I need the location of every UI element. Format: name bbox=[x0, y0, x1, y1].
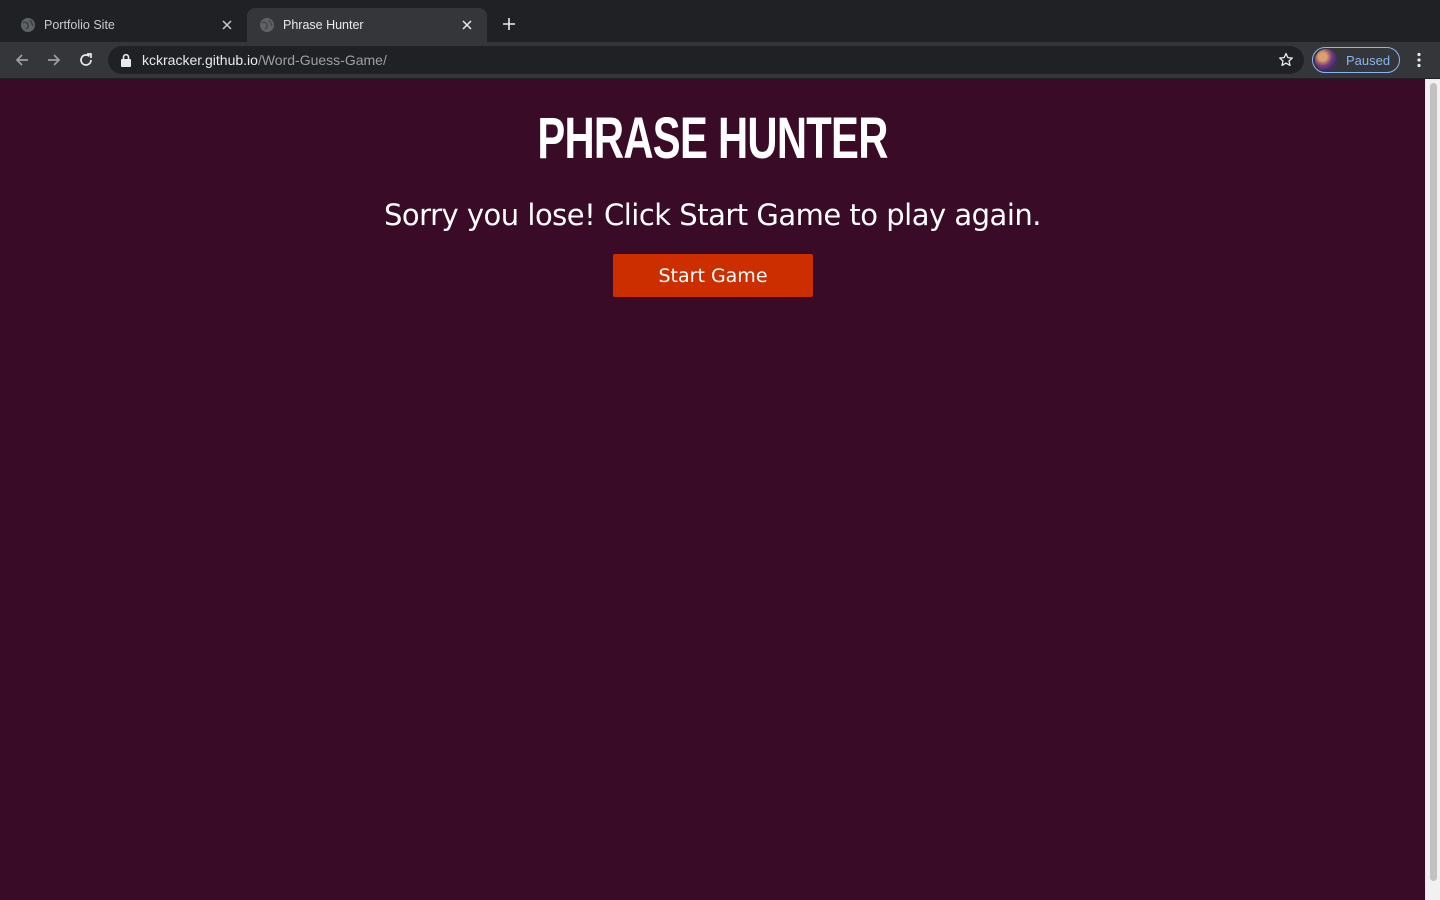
avatar bbox=[1315, 49, 1337, 71]
back-button[interactable] bbox=[10, 48, 34, 72]
page-title: PHRASE HUNTER bbox=[537, 106, 888, 171]
globe-icon bbox=[21, 18, 35, 32]
arrow-left-icon bbox=[15, 54, 28, 66]
start-game-button[interactable]: Start Game bbox=[613, 254, 813, 297]
tab-title: Phrase Hunter bbox=[283, 18, 364, 32]
game-over-message: Sorry you lose! Click Start Game to play… bbox=[384, 198, 1041, 232]
lock-icon bbox=[121, 53, 131, 67]
tab-title: Portfolio Site bbox=[44, 18, 115, 32]
tab-strip: Portfolio Site Phrase Hunter bbox=[0, 0, 1440, 42]
page-viewport: PHRASE HUNTER Sorry you lose! Click Star… bbox=[0, 79, 1425, 900]
globe-icon bbox=[260, 18, 274, 32]
url-path: /Word-Guess-Game/ bbox=[257, 52, 387, 68]
forward-button[interactable] bbox=[42, 48, 66, 72]
url-text: kckracker.github.io/Word-Guess-Game/ bbox=[142, 52, 387, 68]
tab-portfolio-site[interactable]: Portfolio Site bbox=[0, 8, 247, 42]
scrollbar[interactable] bbox=[1425, 79, 1440, 900]
address-bar[interactable]: kckracker.github.io/Word-Guess-Game/ bbox=[108, 46, 1304, 74]
scrollbar-thumb[interactable] bbox=[1430, 83, 1437, 881]
browser-toolbar: kckracker.github.io/Word-Guess-Game/ Pau… bbox=[0, 42, 1440, 78]
new-tab-button[interactable] bbox=[498, 13, 520, 35]
plus-icon bbox=[503, 18, 515, 30]
profile-button[interactable]: Paused bbox=[1312, 47, 1400, 73]
star-icon[interactable] bbox=[1278, 52, 1294, 68]
close-icon[interactable] bbox=[459, 17, 475, 33]
close-icon[interactable] bbox=[219, 17, 235, 33]
reload-button[interactable] bbox=[74, 48, 98, 72]
reload-icon bbox=[80, 53, 92, 66]
arrow-right-icon bbox=[48, 54, 61, 66]
tab-phrase-hunter[interactable]: Phrase Hunter bbox=[247, 8, 487, 42]
url-host: kckracker.github.io bbox=[142, 52, 258, 68]
profile-status: Paused bbox=[1346, 52, 1391, 68]
menu-button[interactable] bbox=[1408, 48, 1430, 72]
more-vert-icon bbox=[1417, 52, 1421, 68]
